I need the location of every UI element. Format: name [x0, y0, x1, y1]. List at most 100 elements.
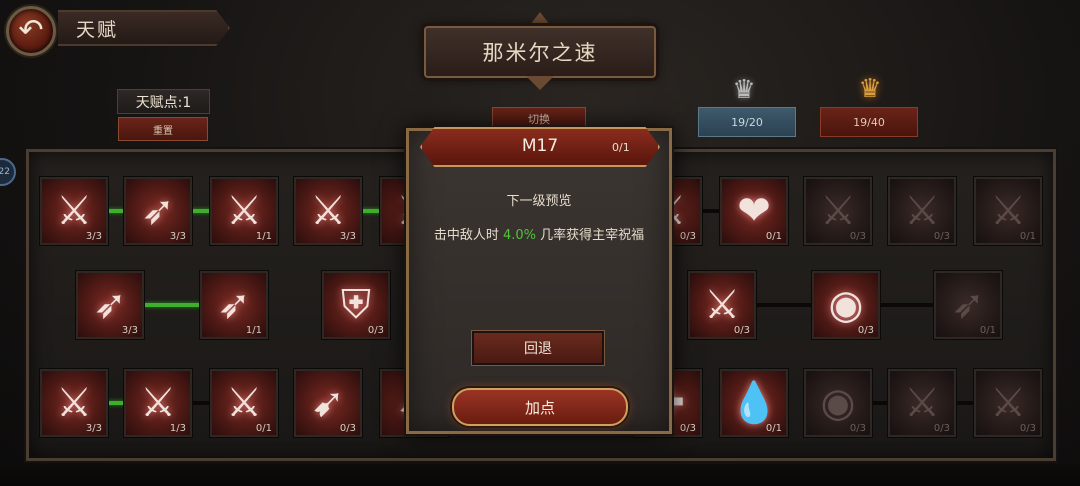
talent-node[interactable]: ➶ 0/1 — [934, 271, 1002, 339]
node-rank: 0/3 — [849, 231, 866, 242]
slashing-sword-icon: ⚔ — [310, 188, 346, 234]
desc-value: 4.0% — [502, 228, 537, 243]
connector-active — [106, 209, 124, 213]
slashing-sword-icon: ⚔ — [820, 188, 856, 234]
connector-inactive — [870, 401, 890, 405]
connector-active — [360, 209, 382, 213]
talent-node[interactable]: ⚔0/3 — [974, 369, 1042, 437]
screen-title: 天赋 — [76, 18, 119, 41]
talent-node[interactable]: ⚔ 0/1 — [974, 177, 1042, 245]
screen-title-bar: 天赋 — [58, 10, 230, 46]
bottom-bar — [0, 464, 1080, 486]
connector-inactive — [754, 303, 814, 307]
connector-inactive — [192, 401, 210, 405]
node-rank: 0/1 — [765, 423, 782, 434]
side-badge[interactable]: 22 — [0, 158, 16, 186]
node-rank: 0/3 — [857, 325, 874, 336]
talent-node[interactable]: 💧 0/1 — [720, 369, 788, 437]
node-rank: 0/3 — [679, 423, 696, 434]
silver-rank-counter: 19/20 — [698, 107, 796, 137]
node-rank: 0/3 — [679, 231, 696, 242]
talent-node[interactable]: ➹ 0/3 — [294, 369, 362, 437]
revert-button[interactable]: 回退 — [472, 331, 604, 365]
talent-description: 击中敌人时 4.0% 几率获得主宰祝福 — [406, 224, 672, 243]
node-rank: 1/1 — [245, 325, 262, 336]
tree-name-plaque: 那米尔之速 — [424, 26, 656, 78]
node-rank: 0/3 — [339, 423, 356, 434]
talent-node[interactable]: ◉ 0/3 — [812, 271, 880, 339]
talent-points-label: 天赋点:1 — [117, 89, 210, 114]
node-rank: 3/3 — [85, 423, 102, 434]
add-point-button[interactable]: 加点 — [452, 388, 628, 426]
modal-level: 0/1 — [612, 140, 630, 154]
talent-node[interactable]: ⚔0/3 — [804, 177, 872, 245]
node-rank: 1/1 — [255, 231, 272, 242]
connector-inactive — [700, 209, 722, 213]
back-button[interactable]: ↶ — [6, 6, 56, 56]
node-rank: 0/3 — [933, 423, 950, 434]
eye-icon: ◉ — [828, 282, 864, 328]
node-rank: 0/1 — [255, 423, 272, 434]
heart-icon: ❤ — [737, 188, 771, 234]
node-rank: 0/3 — [849, 423, 866, 434]
eye-icon: ◉ — [820, 380, 856, 426]
talent-node[interactable]: ⚔ 1/1 — [210, 177, 278, 245]
reset-button[interactable]: 重置 — [118, 117, 208, 141]
talent-node[interactable]: ❤ 0/1 — [720, 177, 788, 245]
talent-node[interactable]: ⚔0/3 — [888, 369, 956, 437]
talent-node[interactable]: ⚔0/3 — [688, 271, 756, 339]
node-rank: 3/3 — [169, 231, 186, 242]
winged-sword-icon: ⚔ — [56, 380, 92, 426]
desc-after: 几率获得主宰祝福 — [536, 228, 645, 243]
connector-active — [106, 401, 126, 405]
talent-node[interactable]: ➶ 3/3 — [124, 177, 192, 245]
back-arrow-icon: ↶ — [18, 13, 44, 48]
node-rank: 3/3 — [339, 231, 356, 242]
plaque-ornament-bottom — [526, 76, 554, 90]
slashing-sword-icon: ⚔ — [704, 282, 740, 328]
node-rank: 0/3 — [733, 325, 750, 336]
node-rank: 0/1 — [1019, 231, 1036, 242]
talent-node[interactable]: ➶ 1/1 — [200, 271, 268, 339]
talent-node[interactable]: ⛨ 0/3 — [322, 271, 390, 339]
sword-icon: ⚔ — [990, 380, 1026, 426]
shield-icon: ⛨ — [341, 282, 371, 328]
talent-node[interactable]: ⚔ 3/3 — [40, 369, 108, 437]
broken-sword-icon: ⚔ — [56, 188, 92, 234]
talent-node[interactable]: ◉ 0/3 — [804, 369, 872, 437]
blood-drop-plus-icon: 💧 — [729, 380, 779, 426]
winged-sword-icon: ⚔ — [904, 380, 940, 426]
winged-boot-icon: ➶ — [141, 188, 175, 234]
tree-name: 那米尔之速 — [482, 41, 598, 65]
node-rank: 0/1 — [979, 325, 996, 336]
node-rank: 0/3 — [1019, 423, 1036, 434]
broken-sword-icon: ⚔ — [904, 188, 940, 234]
bow-icon: ➹ — [311, 380, 345, 426]
winged-sword-icon: ⚔ — [140, 380, 176, 426]
node-rank: 1/3 — [169, 423, 186, 434]
node-rank: 3/3 — [121, 325, 138, 336]
node-rank: 3/3 — [85, 231, 102, 242]
broken-sword-icon: ⚔ — [990, 188, 1026, 234]
connector-inactive — [880, 303, 936, 307]
gold-crown-emblem-icon: ♛ — [858, 74, 882, 104]
talent-node[interactable]: ⚔ 3/3 — [294, 177, 362, 245]
winged-boot-icon: ➶ — [951, 282, 985, 328]
winged-sword-icon: ⚔ — [226, 380, 262, 426]
next-level-preview-label: 下一级预览 — [506, 194, 572, 209]
talent-node[interactable]: ⚔ 1/3 — [124, 369, 192, 437]
connector-active — [144, 303, 202, 307]
node-rank: 0/3 — [933, 231, 950, 242]
talent-node[interactable]: ⚔0/3 — [888, 177, 956, 245]
gold-rank-counter: 19/40 — [820, 107, 918, 137]
talent-node[interactable]: ⚔ 0/1 — [210, 369, 278, 437]
desc-before: 击中敌人时 — [433, 228, 503, 243]
talent-node[interactable]: ➶ 3/3 — [76, 271, 144, 339]
talent-node[interactable]: ⚔ 3/3 — [40, 177, 108, 245]
node-rank: 0/3 — [367, 325, 384, 336]
node-rank: 0/1 — [765, 231, 782, 242]
silver-crown-emblem-icon: ♛ — [732, 75, 756, 105]
winged-boot-icon: ➶ — [93, 282, 127, 328]
connector-active — [190, 209, 212, 213]
winged-boot-icon: ➶ — [217, 282, 251, 328]
